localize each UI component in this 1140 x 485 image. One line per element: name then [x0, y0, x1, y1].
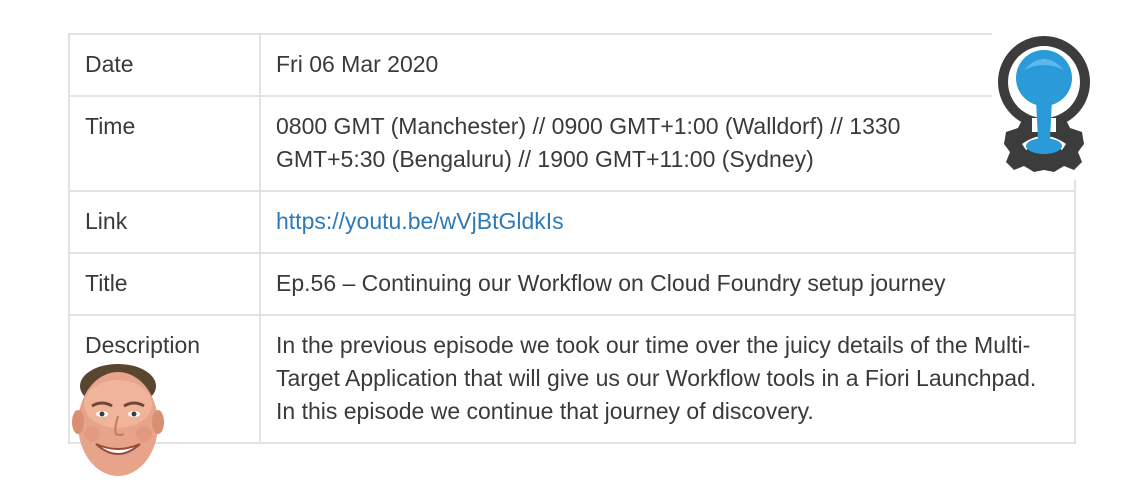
- time-value-text: 0800 GMT (Manchester) // 0900 GMT+1:00 (…: [276, 113, 901, 172]
- table-row-description: Description In the previous episode we t…: [68, 314, 1076, 444]
- presenter-face-avatar: [72, 360, 164, 478]
- date-value: Fri 06 Mar 2020: [259, 33, 1076, 97]
- date-label: Date: [68, 33, 261, 97]
- title-label: Title: [68, 252, 261, 316]
- youtube-link[interactable]: https://youtu.be/wVjBtGldkIs: [276, 208, 564, 234]
- episode-info-table: Date Fri 06 Mar 2020 Time 0800 GMT (Manc…: [68, 33, 1076, 444]
- workflow-gear-icon: [992, 32, 1096, 180]
- table-row-time: Time 0800 GMT (Manchester) // 0900 GMT+1…: [68, 95, 1076, 192]
- time-value: 0800 GMT (Manchester) // 0900 GMT+1:00 (…: [259, 95, 1076, 192]
- link-value: https://youtu.be/wVjBtGldkIs: [259, 190, 1076, 254]
- table-row-link: Link https://youtu.be/wVjBtGldkIs: [68, 190, 1076, 254]
- table-row-date: Date Fri 06 Mar 2020: [68, 33, 1076, 97]
- description-value: In the previous episode we took our time…: [259, 314, 1076, 444]
- time-label: Time: [68, 95, 261, 192]
- table-row-title: Title Ep.56 – Continuing our Workflow on…: [68, 252, 1076, 316]
- title-value: Ep.56 – Continuing our Workflow on Cloud…: [259, 252, 1076, 316]
- link-label: Link: [68, 190, 261, 254]
